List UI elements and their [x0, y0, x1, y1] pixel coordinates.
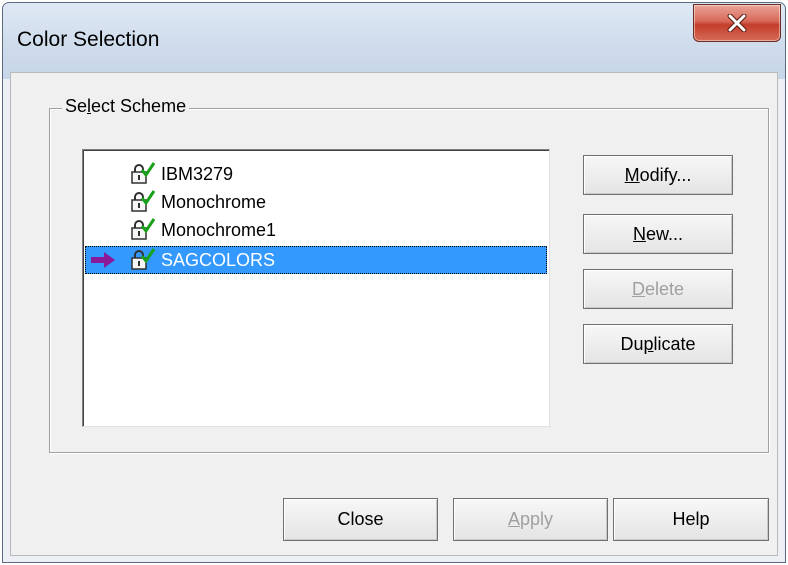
lock-check-icon [131, 218, 155, 240]
scheme-listbox[interactable]: IBM3279 Monochrome Monochrome1 SAGCOLORS [82, 149, 550, 427]
list-item-monochrome1[interactable]: Monochrome1 [85, 216, 547, 244]
arrow-right-icon [91, 252, 115, 268]
list-item-label: IBM3279 [161, 163, 234, 184]
delete-button[interactable]: Delete [583, 269, 733, 309]
help-button[interactable]: Help [613, 498, 769, 541]
window-close-button[interactable] [693, 4, 781, 42]
window-title: Color Selection [17, 28, 160, 51]
apply-button[interactable]: Apply [453, 498, 608, 541]
modify-button[interactable]: Modify... [583, 155, 733, 195]
list-item-ibm3279[interactable]: IBM3279 [85, 160, 547, 188]
lock-check-icon [131, 248, 155, 270]
select-scheme-group: Select Scheme IBM3279 Monochrome Monochr… [49, 96, 769, 453]
lock-check-icon [131, 190, 155, 212]
list-item-monochrome[interactable]: Monochrome [85, 188, 547, 216]
duplicate-button[interactable]: Du p licate [583, 324, 733, 364]
lock-check-icon [131, 162, 155, 184]
color-selection-window: Color Selection Select Scheme IBM3279 Mo… [2, 2, 786, 563]
list-item-sagcolors[interactable]: SAGCOLORS [85, 246, 547, 274]
title-bar[interactable]: Color Selection [3, 3, 785, 79]
list-item-label: Monochrome1 [161, 219, 277, 240]
close-button[interactable]: Close [283, 498, 438, 541]
list-item-label: Monochrome [161, 191, 267, 212]
new-button[interactable]: New... [583, 214, 733, 254]
list-item-label: SAGCOLORS [161, 249, 276, 270]
select-scheme-label: Select Scheme [62, 96, 190, 117]
dialog-client-area: Select Scheme IBM3279 Monochrome Monochr… [10, 72, 778, 556]
close-icon [727, 14, 747, 32]
